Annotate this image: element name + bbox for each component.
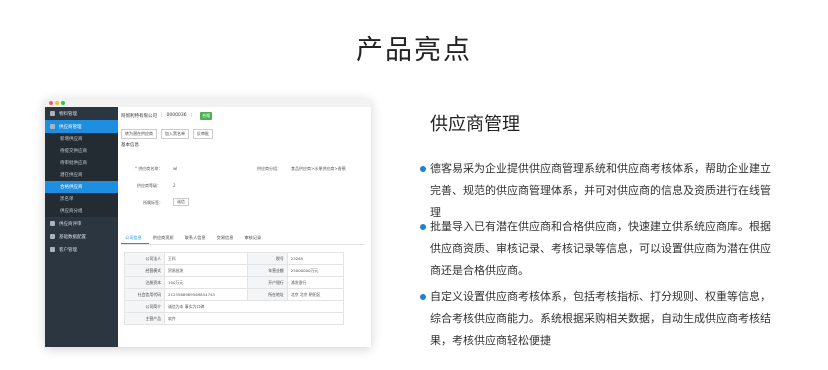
feature-bullet: 德客易采为企业提供供应商管理系统和供应商考核体系，帮助企业建立完善、规范的供应商…	[420, 158, 780, 224]
feature-bullet: 自定义设置供应商考核体系，包括考核指标、打分规则、权重等信息，综合考核供应商能力…	[420, 286, 780, 352]
close-dot-icon[interactable]	[49, 101, 53, 105]
tag-label: 所属标签：	[143, 200, 163, 205]
bullet-dot-icon	[420, 294, 426, 300]
company-name: 阿彻利特有限公司	[121, 113, 157, 119]
supplier-icon	[50, 124, 55, 129]
sidebar-item-qualified[interactable]: 合格供应商	[45, 181, 118, 193]
action-buttons: 转为潜在供应商 加入黑名单 反审批	[118, 129, 371, 139]
user-icon	[50, 247, 55, 252]
company-code: 0000036	[166, 113, 187, 118]
sidebar-item-materials[interactable]: 物料管理	[45, 107, 118, 120]
section-title: 基本信息	[121, 143, 139, 148]
group-value: 食品供应商>水果供应商>香蕉	[291, 166, 346, 171]
detail-tabs: 公司信息 供应商资质 联系人信息 交易信息 审核记录	[121, 232, 365, 245]
name-label: 供应商名称：	[138, 166, 163, 171]
minimize-dot-icon[interactable]	[55, 101, 59, 105]
level-label: 供应商等级：	[137, 183, 161, 188]
tab-company-info[interactable]: 公司信息	[121, 232, 149, 244]
box-icon	[50, 111, 55, 116]
sidebar-item-base-data[interactable]: 基础数据配置	[45, 230, 118, 243]
main-panel: 阿彻利特有限公司 | 0000036 | 合格 转为潜在供应商 加入黑名单 反审…	[118, 107, 371, 347]
table-row: 公司法人 王科 税号 23265	[124, 252, 345, 265]
tab-contacts[interactable]: 联系人信息	[181, 232, 213, 244]
tab-transactions[interactable]: 交易信息	[213, 232, 241, 244]
bullet-dot-icon	[420, 224, 426, 230]
status-badge: 合格	[200, 111, 213, 120]
to-potential-button[interactable]: 转为潜在供应商	[121, 129, 157, 139]
table-row: 社会信用代码 2123568989569854745 所在地址 北京 北京 朝阳区	[124, 288, 345, 301]
table-row: 注册资本 100万元 开户银行 浦发银行	[124, 276, 345, 289]
table-row: 经营模式 贸易批发 年营业额 25000000万元	[124, 264, 345, 277]
sidebar-item-new-supplier[interactable]: 新增供应商	[45, 133, 118, 145]
sidebar-item-pending-submit[interactable]: 待提交供应商	[45, 145, 118, 157]
sidebar-item-review[interactable]: 供应商评审	[45, 217, 118, 230]
table-row: 主营产品 软件	[124, 312, 344, 325]
tab-audit-log[interactable]: 审核记录	[240, 232, 268, 244]
bullet-dot-icon	[420, 166, 426, 172]
tag-chip[interactable]: 诚信	[173, 198, 189, 206]
sidebar-item-groups[interactable]: 供应商分组	[45, 205, 118, 217]
settings-icon	[50, 234, 55, 239]
tab-qualification[interactable]: 供应商资质	[149, 232, 181, 244]
sidebar: 物料管理 供应商管理 新增供应商 待提交供应商 待审批供应商 潜在供应商 合格供…	[45, 107, 118, 347]
blacklist-button[interactable]: 加入黑名单	[161, 129, 189, 139]
sidebar-item-supplier-management[interactable]: 供应商管理	[45, 120, 118, 133]
basic-info-form: * 供应商名称： wl 供应商分组： 食品供应商>水果供应商>香蕉 供应商等级：…	[135, 166, 346, 206]
level-value: 2	[173, 183, 176, 188]
record-header: 阿彻利特有限公司 | 0000036 | 合格	[121, 111, 213, 120]
maximize-dot-icon[interactable]	[61, 101, 65, 105]
table-row: 公司简介 诚信为本 事实为口碑	[124, 300, 344, 313]
sidebar-item-customers[interactable]: 客户管理	[45, 243, 118, 256]
sidebar-item-potential[interactable]: 潜在供应商	[45, 169, 118, 181]
name-value: wl	[173, 166, 178, 171]
sidebar-item-blacklist[interactable]: 黑名单	[45, 193, 118, 205]
window-titlebar	[45, 99, 371, 107]
feature-title: 供应商管理	[430, 114, 520, 135]
feature-bullet: 批量导入已有潜在供应商和合格供应商，快速建立供系统应商库。根据供应商资质、审核记…	[420, 216, 780, 282]
review-icon	[50, 221, 55, 226]
company-info-table: 公司法人 王科 税号 23265 经营模式 贸易批发 年营业额 25000000万元 注…	[124, 252, 345, 325]
app-screenshot: 物料管理 供应商管理 新增供应商 待提交供应商 待审批供应商 潜在供应商 合格供…	[45, 99, 371, 347]
page-title: 产品亮点	[356, 35, 472, 66]
unapprove-button[interactable]: 反审批	[193, 129, 213, 139]
sidebar-item-pending-approval[interactable]: 待审批供应商	[45, 157, 118, 169]
group-label: 供应商分组：	[257, 166, 281, 171]
